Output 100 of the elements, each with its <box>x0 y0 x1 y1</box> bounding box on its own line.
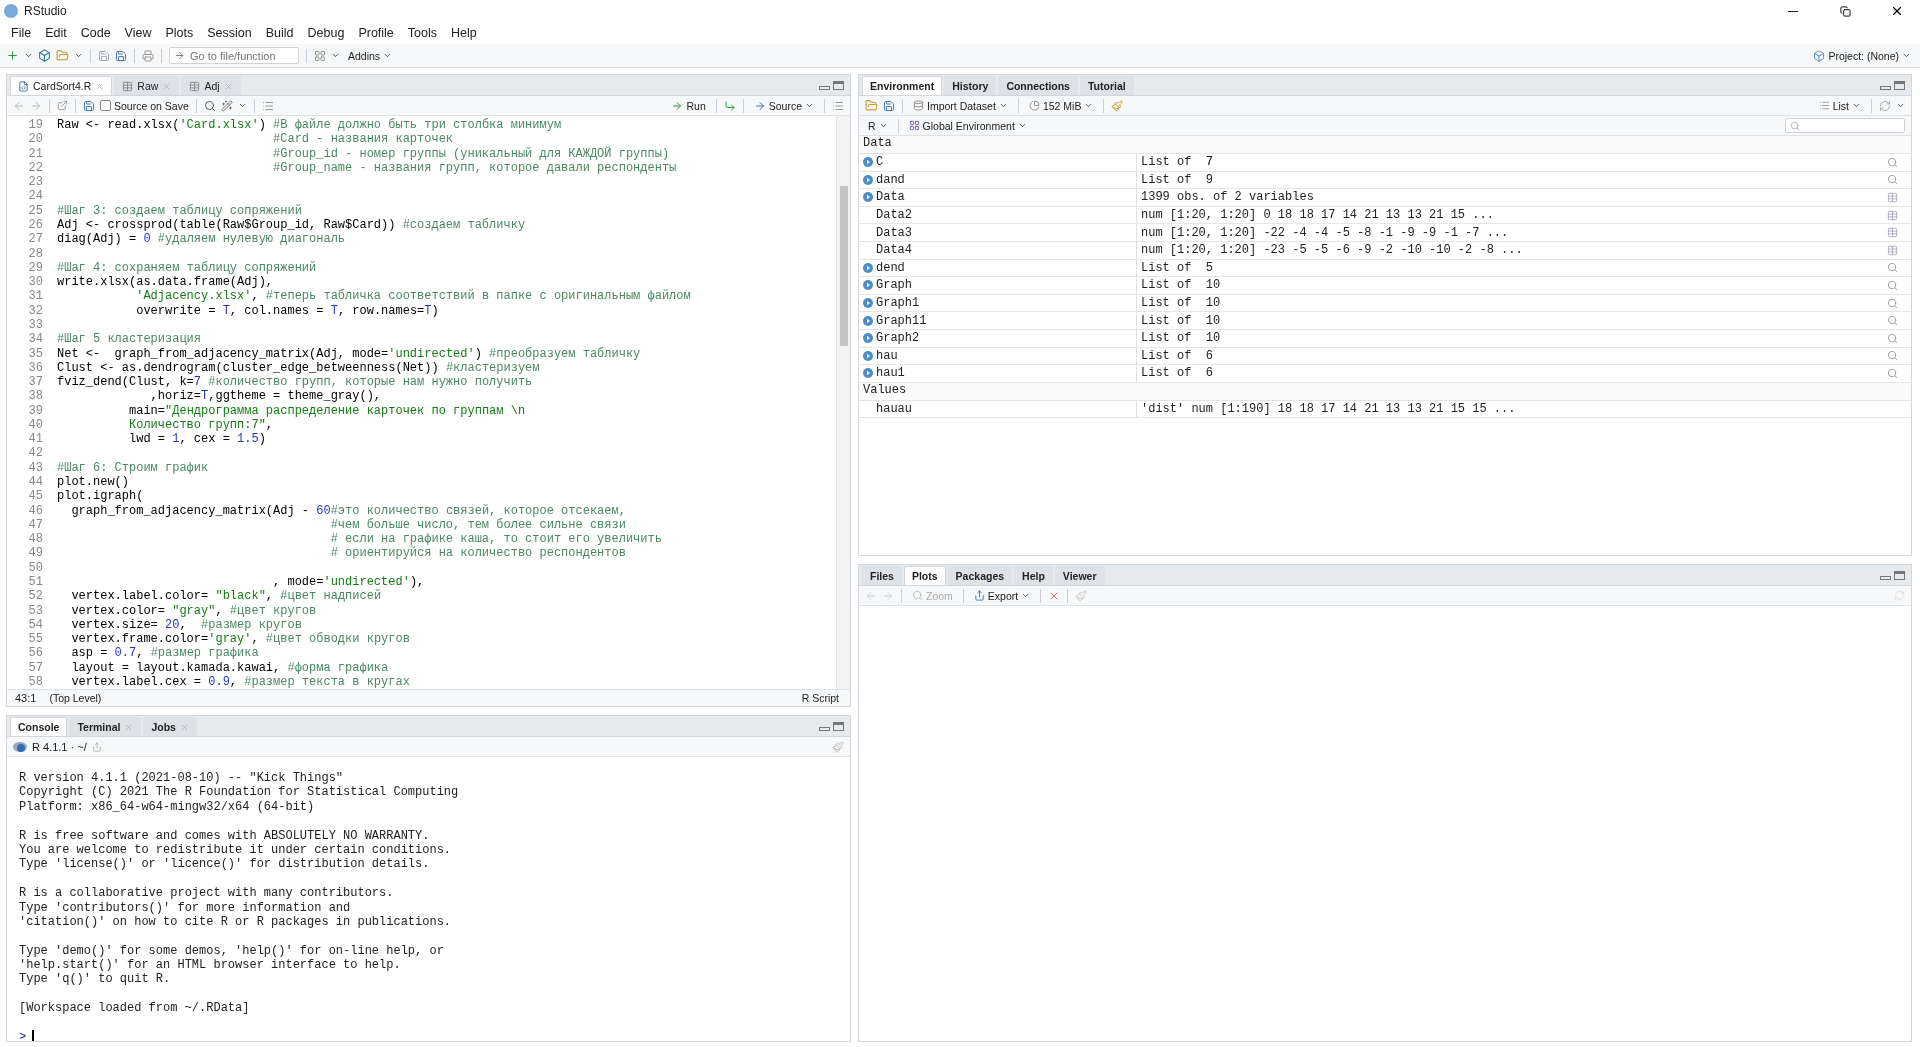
source-on-save-checkbox[interactable]: Source on Save <box>100 99 189 112</box>
search-icon[interactable] <box>1887 279 1898 291</box>
environment-tab[interactable]: Tutorial <box>1079 76 1134 95</box>
run-button[interactable]: Run <box>668 97 709 114</box>
save-all-icon[interactable] <box>115 49 127 62</box>
expand-icon[interactable] <box>863 315 873 326</box>
maximize-pane-icon[interactable] <box>833 721 844 731</box>
menu-item[interactable]: File <box>4 26 39 40</box>
back-icon[interactable] <box>13 99 25 112</box>
close-icon[interactable] <box>162 81 172 91</box>
expand-icon[interactable] <box>863 298 873 309</box>
maximize-pane-icon[interactable] <box>1894 570 1905 580</box>
console-tab[interactable]: Jobs <box>143 717 197 736</box>
save-icon[interactable] <box>83 99 95 112</box>
rerun-icon[interactable] <box>723 99 736 112</box>
layout-grid-icon[interactable] <box>314 49 326 62</box>
table-icon[interactable] <box>1887 227 1898 239</box>
table-icon[interactable] <box>1887 192 1898 203</box>
expand-icon[interactable] <box>863 157 873 168</box>
search-icon[interactable] <box>1887 332 1898 344</box>
print-icon[interactable] <box>142 49 154 62</box>
environment-tab[interactable]: Connections <box>998 76 1078 95</box>
search-icon[interactable] <box>1887 174 1898 186</box>
memory-usage-button[interactable]: 152 MiB <box>1025 97 1097 114</box>
menu-item[interactable]: Profile <box>351 26 401 40</box>
files-tab[interactable]: Help <box>1014 566 1053 585</box>
files-tab[interactable]: Packages <box>947 566 1013 585</box>
menu-item[interactable]: Tools <box>400 26 444 40</box>
search-icon[interactable] <box>1887 315 1898 327</box>
view-mode-button[interactable]: List <box>1815 97 1864 114</box>
expand-icon[interactable] <box>863 368 873 379</box>
console-tab[interactable]: Terminal <box>69 717 142 736</box>
table-icon[interactable] <box>1887 244 1898 256</box>
back-icon[interactable] <box>865 589 877 602</box>
search-icon[interactable] <box>1887 350 1898 362</box>
environment-selector[interactable]: Global Environment <box>905 117 1030 134</box>
minimize-pane-icon[interactable] <box>1880 85 1891 90</box>
maximize-pane-icon[interactable] <box>1894 80 1905 90</box>
import-dataset-button[interactable]: Import Dataset <box>910 97 1011 114</box>
minimize-pane-icon[interactable] <box>819 85 830 90</box>
search-icon[interactable] <box>1887 262 1898 274</box>
menu-item[interactable]: View <box>117 26 159 40</box>
outline-icon[interactable] <box>261 99 274 112</box>
search-icon[interactable] <box>203 99 216 112</box>
maximize-pane-icon[interactable] <box>833 80 844 90</box>
new-file-icon[interactable] <box>6 49 19 62</box>
close-icon[interactable] <box>124 722 134 732</box>
refresh-icon[interactable] <box>1879 99 1891 112</box>
addins-button[interactable]: Addins <box>345 47 396 64</box>
menu-item[interactable]: Edit <box>38 26 74 40</box>
search-icon[interactable] <box>1887 297 1898 309</box>
expand-icon[interactable] <box>863 280 873 291</box>
console-tab[interactable]: Console <box>10 717 68 736</box>
minimize-pane-icon[interactable] <box>819 726 830 731</box>
editor-tab[interactable]: Adj <box>181 76 241 95</box>
export-button[interactable]: Export <box>970 587 1034 604</box>
show-in-window-icon[interactable] <box>57 100 68 111</box>
menu-item[interactable]: Help <box>444 26 484 40</box>
go-to-file-field[interactable]: Go to file/function <box>169 47 299 64</box>
editor-tab[interactable]: Raw <box>114 76 180 95</box>
open-folder-icon[interactable] <box>865 99 878 112</box>
menu-item[interactable]: Debug <box>300 26 352 40</box>
search-icon[interactable] <box>1887 367 1898 379</box>
search-icon[interactable] <box>1887 156 1898 168</box>
expand-icon[interactable] <box>863 333 873 344</box>
broom-icon[interactable] <box>832 740 844 753</box>
close-icon[interactable] <box>223 81 233 91</box>
menu-item[interactable]: Session <box>200 26 259 40</box>
broom-icon[interactable] <box>1111 99 1124 112</box>
menu-item[interactable]: Code <box>73 26 118 40</box>
minimize-pane-icon[interactable] <box>1880 575 1891 580</box>
search-field[interactable] <box>1785 118 1905 133</box>
menu-item[interactable]: Plots <box>158 26 201 40</box>
files-tab[interactable]: Files <box>862 566 902 585</box>
project-button[interactable]: Project: (None) <box>1810 47 1914 64</box>
file-type-selector[interactable]: R Script <box>798 689 842 707</box>
save-icon[interactable] <box>883 99 895 112</box>
close-icon[interactable] <box>179 722 189 732</box>
editor-tab[interactable]: CardSort4.R <box>10 76 113 95</box>
source-button[interactable]: Source <box>750 97 817 114</box>
menu-icon[interactable] <box>832 99 844 112</box>
scope-selector[interactable]: (Top Level) <box>46 689 105 707</box>
close-icon[interactable] <box>95 81 105 91</box>
files-tab[interactable]: Plots <box>903 566 946 585</box>
table-icon[interactable] <box>1887 209 1898 221</box>
menu-item[interactable]: Build <box>258 26 301 40</box>
scrollbar[interactable] <box>836 116 850 689</box>
files-tab[interactable]: Viewer <box>1054 566 1105 585</box>
expand-icon[interactable] <box>863 192 873 203</box>
language-selector[interactable]: R <box>865 117 891 134</box>
project-icon[interactable] <box>38 49 51 62</box>
save-icon[interactable] <box>98 49 110 62</box>
wand-icon[interactable] <box>220 99 233 112</box>
environment-tab[interactable]: History <box>944 76 997 95</box>
expand-icon[interactable] <box>863 174 873 185</box>
expand-icon[interactable] <box>863 350 873 361</box>
environment-tab[interactable]: Environment <box>862 76 943 95</box>
expand-icon[interactable] <box>863 262 873 273</box>
share-icon[interactable] <box>91 741 102 752</box>
broom-icon[interactable] <box>1075 589 1088 602</box>
